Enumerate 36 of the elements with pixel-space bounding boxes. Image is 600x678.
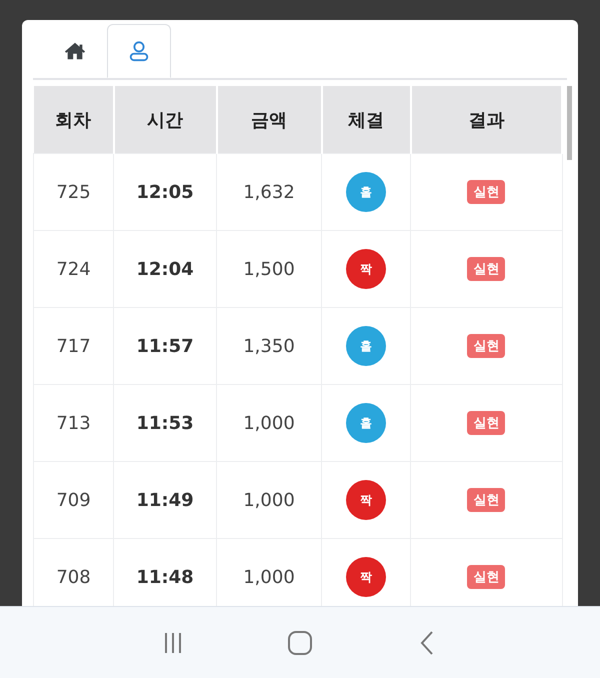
column-header: 회차 [34, 86, 114, 154]
status-badge: 실현 [467, 334, 506, 358]
status-badge: 실현 [467, 565, 506, 589]
table-cell: 11:53 [114, 384, 216, 462]
table-cell: 1,000 [216, 384, 322, 462]
user-icon [128, 40, 150, 62]
table-cell: 717 [34, 308, 114, 384]
column-header: 시간 [114, 86, 216, 154]
table-cell: 713 [34, 384, 114, 462]
home-button-icon[interactable] [286, 630, 313, 656]
result-ball: 짝 [346, 480, 386, 520]
result-ball: 짝 [346, 249, 386, 289]
table-cell: 11:57 [114, 308, 216, 384]
table-cell: 709 [34, 462, 114, 538]
result-ball: 홀 [346, 403, 386, 443]
table-cell: 1,000 [216, 462, 322, 538]
table-cell: 12:05 [114, 154, 216, 230]
table-cell: 1,350 [216, 308, 322, 384]
table-cell: 1,500 [216, 230, 322, 308]
result-ball: 홀 [346, 326, 386, 366]
result-ball: 홀 [346, 172, 386, 212]
table-cell: 12:04 [114, 230, 216, 308]
table-cell: 724 [34, 230, 114, 308]
status-badge: 실현 [467, 180, 506, 204]
table-cell: 1,632 [216, 154, 322, 230]
column-header: 결과 [410, 86, 562, 154]
scrollbar[interactable] [567, 86, 572, 160]
status-badge: 실현 [467, 488, 506, 512]
status-badge: 실현 [467, 411, 506, 435]
result-ball: 짝 [346, 557, 386, 597]
column-header: 체결 [322, 86, 410, 154]
table-cell: 11:49 [114, 462, 216, 538]
home-icon [64, 40, 86, 62]
table-cell: 725 [34, 154, 114, 230]
status-badge: 실현 [467, 257, 506, 281]
column-header: 금액 [216, 86, 322, 154]
